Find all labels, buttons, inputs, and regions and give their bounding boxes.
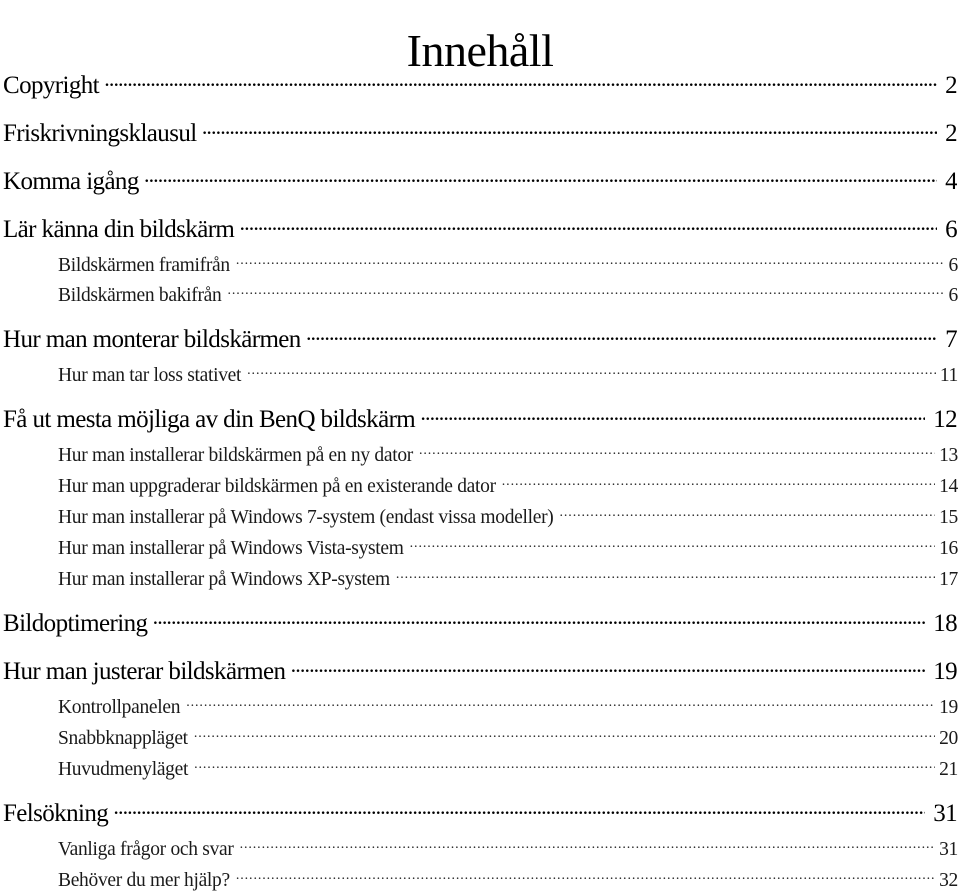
- toc-entry-label: Kontrollpanelen: [58, 696, 181, 718]
- toc-dot-leader: [502, 472, 935, 492]
- toc-entry-kontrollpanelen[interactable]: Kontrollpanelen 19: [58, 693, 958, 719]
- toc-entry-page-number: 32: [939, 869, 958, 891]
- toc-entry-page-number: 16: [939, 537, 958, 559]
- toc-entry-label: Vanliga frågor och svar: [58, 838, 234, 860]
- toc-entry-page-number: 31: [939, 838, 958, 860]
- toc-dot-leader: [236, 866, 935, 886]
- toc-entry-bildoptimering[interactable]: Bildoptimering 18: [3, 606, 957, 638]
- toc-entry-snabbknapplaget[interactable]: Snabbknappläget 20: [58, 724, 958, 750]
- toc-entry-friskrivningsklausul[interactable]: Friskrivningsklausul 2: [3, 116, 957, 148]
- toc-entry-huvudmenylaget[interactable]: Huvudmenyläget 21: [58, 755, 958, 781]
- toc-dot-leader: [194, 724, 935, 744]
- toc-entry-page-number: 18: [933, 610, 957, 637]
- toc-entry-komma-igang[interactable]: Komma igång 4: [3, 164, 957, 196]
- toc-dot-leader: [186, 693, 935, 713]
- toc-entry-page-number: 13: [939, 444, 958, 466]
- toc-dot-leader: [236, 251, 945, 271]
- toc-dot-leader: [419, 441, 935, 461]
- toc-entry-label: Hur man installerar på Windows XP-system: [58, 568, 390, 590]
- toc-entry-page-number: 19: [933, 658, 957, 685]
- toc-entry-label: Hur man uppgraderar bildskärmen på en ex…: [58, 475, 496, 497]
- toc-dot-leader: [396, 565, 935, 585]
- toc-entry-page-number: 19: [939, 696, 958, 718]
- toc-entry-label: Bildskärmen bakifrån: [58, 284, 222, 306]
- toc-entry-page-number: 31: [933, 800, 957, 827]
- toc-entry-behover-du-mer-hjalp[interactable]: Behöver du mer hjälp? 32: [58, 866, 958, 892]
- toc-dot-leader: [240, 835, 936, 855]
- toc-dot-leader: [240, 212, 937, 237]
- toc-entry-label: Lär känna din bildskärm: [3, 216, 235, 243]
- toc-entry-label: Bildoptimering: [3, 610, 148, 637]
- toc-entry-copyright[interactable]: Copyright 2: [3, 68, 957, 100]
- toc-entry-label: Hur man monterar bildskärmen: [3, 326, 301, 353]
- toc-entry-page-number: 11: [939, 364, 958, 386]
- toc-entry-label: Hur man installerar på Windows Vista-sys…: [58, 537, 404, 559]
- toc-entry-page-number: 12: [933, 406, 957, 433]
- toc-entry-label: Bildskärmen framifrån: [58, 254, 230, 276]
- toc-entry-label: Snabbknappläget: [58, 727, 188, 749]
- toc-entry-label: Friskrivningsklausul: [3, 120, 197, 147]
- toc-entry-page-number: 7: [945, 326, 957, 353]
- toc-entry-label: Hur man installerar på Windows 7-system …: [58, 506, 554, 528]
- toc-dot-leader: [560, 503, 936, 523]
- toc-dot-leader: [194, 755, 935, 775]
- toc-entry-bildskarmen-framifran[interactable]: Bildskärmen framifrån 6: [58, 251, 958, 277]
- toc-dot-leader: [105, 68, 937, 93]
- toc-entry-page-number: 21: [939, 758, 958, 780]
- toc-entry-page-number: 6: [945, 216, 957, 243]
- toc-dot-leader: [203, 116, 938, 141]
- toc-entry-hur-man-tar-loss-stativet[interactable]: Hur man tar loss stativet 11: [58, 361, 958, 387]
- toc-entry-windows-7[interactable]: Hur man installerar på Windows 7-system …: [58, 503, 958, 529]
- toc-entry-page-number: 2: [945, 72, 957, 99]
- toc-entry-bildskarmen-bakifran[interactable]: Bildskärmen bakifrån 6: [58, 281, 958, 307]
- toc-entry-label: Hur man tar loss stativet: [58, 364, 242, 386]
- toc-dot-leader: [228, 281, 945, 301]
- toc-entry-label: Behöver du mer hjälp?: [58, 869, 230, 891]
- toc-entry-felsokning[interactable]: Felsökning 31: [3, 796, 957, 828]
- toc-entry-page-number: 6: [948, 254, 958, 276]
- toc-dot-leader: [153, 606, 925, 631]
- toc-entry-page-number: 6: [948, 284, 958, 306]
- toc-dot-leader: [114, 796, 925, 821]
- toc-entry-lar-kanna-din-bildskarm[interactable]: Lär känna din bildskärm 6: [3, 212, 957, 244]
- toc-entry-page-number: 4: [945, 168, 957, 195]
- toc-entry-page-number: 17: [939, 568, 958, 590]
- toc-dot-leader: [410, 534, 935, 554]
- toc-entry-page-number: 20: [939, 727, 958, 749]
- toc-entry-vanliga-fragor-och-svar[interactable]: Vanliga frågor och svar 31: [58, 835, 958, 861]
- toc-dot-leader: [247, 361, 936, 381]
- toc-entry-label: Felsökning: [3, 800, 109, 827]
- toc-entry-page-number: 14: [939, 475, 958, 497]
- toc-dot-leader: [145, 164, 937, 189]
- toc-entry-label: Komma igång: [3, 168, 139, 195]
- toc-entry-installera-ny-dator[interactable]: Hur man installerar bildskärmen på en ny…: [58, 441, 958, 467]
- toc-entry-label: Hur man installerar bildskärmen på en ny…: [58, 444, 413, 466]
- toc-entry-hur-man-justerar-bildskarmen[interactable]: Hur man justerar bildskärmen 19: [3, 654, 957, 686]
- toc-entry-page-number: 2: [945, 120, 957, 147]
- toc-entry-hur-man-monterar-bildskarmen[interactable]: Hur man monterar bildskärmen 7: [3, 322, 957, 354]
- toc-entry-label: Få ut mesta möjliga av din BenQ bildskär…: [3, 406, 416, 433]
- toc-entry-windows-xp[interactable]: Hur man installerar på Windows XP-system…: [58, 565, 958, 591]
- toc-entry-page-number: 15: [939, 506, 958, 528]
- toc-entry-uppgradera-existerande-dator[interactable]: Hur man uppgraderar bildskärmen på en ex…: [58, 472, 958, 498]
- toc-dot-leader: [291, 654, 925, 679]
- toc-entry-windows-vista[interactable]: Hur man installerar på Windows Vista-sys…: [58, 534, 958, 560]
- toc-entry-fa-ut-mesta-mojliga[interactable]: Få ut mesta möjliga av din BenQ bildskär…: [3, 402, 957, 434]
- toc-entry-label: Copyright: [3, 72, 100, 99]
- toc-entry-label: Hur man justerar bildskärmen: [3, 658, 286, 685]
- toc-dot-leader: [307, 322, 937, 347]
- toc-dot-leader: [421, 402, 925, 427]
- toc-entry-label: Huvudmenyläget: [58, 758, 189, 780]
